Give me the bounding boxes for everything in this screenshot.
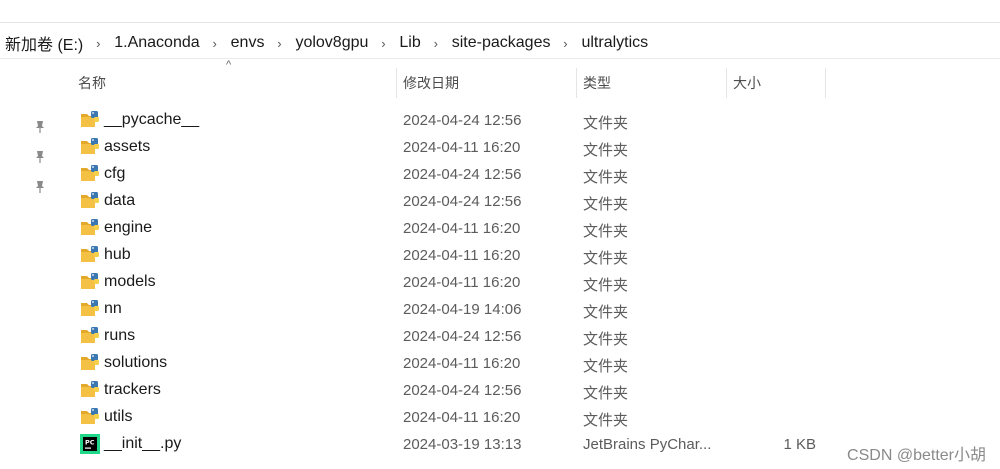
file-type: 文件夹 <box>583 385 629 402</box>
column-header-date[interactable]: 修改日期 <box>403 68 459 98</box>
file-modified-date: 2024-04-24 12:56 <box>403 193 522 210</box>
python-folder-icon <box>80 110 100 130</box>
column-header-size[interactable]: 大小 <box>733 68 761 98</box>
python-folder-icon <box>80 218 100 238</box>
chevron-right-icon[interactable]: › <box>376 36 390 51</box>
file-modified-date: 2024-04-11 16:20 <box>403 274 521 291</box>
file-type: 文件夹 <box>583 223 629 240</box>
file-modified-date: 2024-04-11 16:20 <box>403 247 521 264</box>
column-header-name[interactable]: 名称 <box>78 68 106 98</box>
column-divider[interactable] <box>576 68 577 98</box>
file-name: runs <box>104 327 136 344</box>
breadcrumb-item[interactable]: yolov8gpu <box>290 34 372 52</box>
pycharm-file-icon: PC <box>80 434 100 454</box>
python-folder-icon <box>80 326 100 346</box>
file-type: 文件夹 <box>583 169 629 186</box>
column-divider[interactable] <box>396 68 397 98</box>
file-row[interactable]: nn 2024-04-19 14:06 文件夹 <box>0 296 1000 323</box>
file-modified-date: 2024-04-24 12:56 <box>403 166 522 183</box>
file-type: 文件夹 <box>583 304 629 321</box>
file-row[interactable]: hub 2024-04-11 16:20 文件夹 <box>0 242 1000 269</box>
column-divider[interactable] <box>825 68 826 98</box>
file-row[interactable]: __pycache__ 2024-04-24 12:56 文件夹 <box>0 107 1000 134</box>
file-row[interactable]: assets 2024-04-11 16:20 文件夹 <box>0 134 1000 161</box>
chevron-right-icon[interactable]: › <box>208 36 222 51</box>
file-name: __init__.py <box>104 435 182 452</box>
file-row[interactable]: runs 2024-04-24 12:56 文件夹 <box>0 323 1000 350</box>
file-type: JetBrains PyChar... <box>583 436 712 453</box>
file-row[interactable]: solutions 2024-04-11 16:20 文件夹 <box>0 350 1000 377</box>
file-row[interactable]: data 2024-04-24 12:56 文件夹 <box>0 188 1000 215</box>
python-folder-icon <box>80 191 100 211</box>
file-name: __pycache__ <box>104 111 200 128</box>
file-row[interactable]: utils 2024-04-11 16:20 文件夹 <box>0 404 1000 431</box>
file-modified-date: 2024-04-24 12:56 <box>403 112 522 129</box>
breadcrumb-item[interactable]: 1.Anaconda <box>109 34 203 52</box>
python-folder-icon <box>80 137 100 157</box>
file-type: 文件夹 <box>583 277 629 294</box>
breadcrumb-item[interactable]: 新加卷 (E:) <box>0 31 87 55</box>
python-folder-icon <box>80 380 100 400</box>
file-modified-date: 2024-04-11 16:20 <box>403 355 521 372</box>
file-modified-date: 2024-04-11 16:20 <box>403 220 521 237</box>
svg-text:PC: PC <box>85 439 95 447</box>
chevron-right-icon[interactable]: › <box>558 36 572 51</box>
file-row[interactable]: engine 2024-04-11 16:20 文件夹 <box>0 215 1000 242</box>
breadcrumb-item[interactable]: envs <box>226 34 269 52</box>
file-name: cfg <box>104 165 126 182</box>
python-folder-icon <box>80 245 100 265</box>
python-folder-icon <box>80 164 100 184</box>
file-modified-date: 2024-04-19 14:06 <box>403 301 522 318</box>
file-type: 文件夹 <box>583 115 629 132</box>
python-folder-icon <box>80 299 100 319</box>
file-type: 文件夹 <box>583 358 629 375</box>
column-header-row: 名称 修改日期 类型 大小 <box>0 68 1000 98</box>
file-name: data <box>104 192 136 209</box>
file-name: solutions <box>104 354 168 371</box>
chevron-right-icon[interactable]: › <box>429 36 443 51</box>
chevron-right-icon[interactable]: › <box>272 36 286 51</box>
file-type: 文件夹 <box>583 142 629 159</box>
breadcrumb-item[interactable]: site-packages <box>447 34 555 52</box>
chevron-right-icon[interactable]: › <box>91 36 105 51</box>
address-bar-divider <box>0 58 1000 59</box>
file-row[interactable]: cfg 2024-04-24 12:56 文件夹 <box>0 161 1000 188</box>
file-modified-date: 2024-03-19 13:13 <box>403 436 522 453</box>
file-name: nn <box>104 300 122 317</box>
file-name: engine <box>104 219 153 236</box>
breadcrumb[interactable]: 新加卷 (E:) › 1.Anaconda › envs › yolov8gpu › Lib › s… <box>0 29 652 57</box>
file-row[interactable]: models 2024-04-11 16:20 文件夹 <box>0 269 1000 296</box>
python-folder-icon <box>80 272 100 292</box>
breadcrumb-item[interactable]: ultralytics <box>576 34 652 52</box>
file-name: hub <box>104 246 131 263</box>
file-name: trackers <box>104 381 161 398</box>
file-type: 文件夹 <box>583 196 629 213</box>
file-type: 文件夹 <box>583 331 629 348</box>
file-type: 文件夹 <box>583 412 629 429</box>
watermark: CSDN @better小胡 <box>847 447 986 464</box>
file-modified-date: 2024-04-24 12:56 <box>403 382 522 399</box>
column-divider[interactable] <box>726 68 727 98</box>
file-modified-date: 2024-04-11 16:20 <box>403 139 521 156</box>
python-folder-icon <box>80 407 100 427</box>
file-modified-date: 2024-04-11 16:20 <box>403 409 521 426</box>
file-name: utils <box>104 408 133 425</box>
file-size: 1 KB <box>783 436 816 453</box>
file-modified-date: 2024-04-24 12:56 <box>403 328 522 345</box>
breadcrumb-item[interactable]: Lib <box>394 34 424 52</box>
window-top-strip <box>0 0 1000 23</box>
file-name: assets <box>104 138 151 155</box>
file-name: models <box>104 273 156 290</box>
python-folder-icon <box>80 353 100 373</box>
file-row[interactable]: trackers 2024-04-24 12:56 文件夹 <box>0 377 1000 404</box>
file-type: 文件夹 <box>583 250 629 267</box>
column-header-type[interactable]: 类型 <box>583 68 611 98</box>
